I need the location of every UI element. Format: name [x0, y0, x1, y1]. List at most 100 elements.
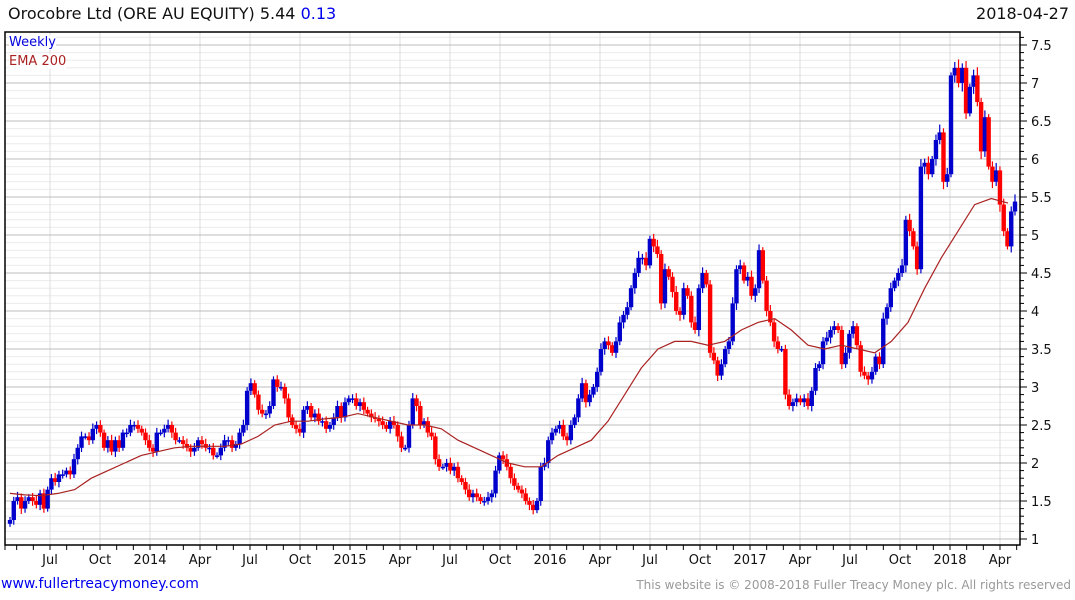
candle-body: [662, 269, 668, 304]
candle-body: [975, 75, 980, 102]
candle-body: [387, 421, 393, 429]
candle-body: [945, 174, 950, 182]
candle-body: [884, 307, 890, 319]
candle-body: [455, 466, 461, 479]
candle-body: [685, 288, 690, 296]
candle-body: [613, 341, 619, 353]
candle-body: [674, 292, 679, 311]
candle-body: [546, 440, 551, 463]
site-link[interactable]: www.fullertreacymoney.com: [1, 576, 199, 592]
candle-body: [101, 432, 107, 448]
candle-body: [440, 466, 446, 469]
candle-body: [952, 67, 957, 76]
candle-body: [98, 425, 103, 433]
candle-body: [214, 455, 220, 457]
candle-body: [297, 428, 303, 433]
candle-body: [790, 402, 796, 406]
candle-body: [963, 67, 969, 114]
candle-body: [425, 421, 431, 433]
candle-body: [418, 406, 423, 425]
candle-body: [929, 159, 935, 175]
candle-body: [745, 276, 750, 281]
x-tick-label: Jul: [841, 553, 858, 568]
candle-body: [726, 341, 732, 349]
x-tick-label: Apr: [389, 553, 412, 568]
candle-body: [339, 406, 344, 418]
candle-body: [888, 288, 893, 308]
candle-body: [561, 425, 566, 437]
candle-body: [553, 428, 558, 433]
candle-body: [150, 447, 156, 452]
candle-body: [512, 478, 517, 486]
candle-body: [918, 166, 924, 270]
candle-body: [903, 219, 909, 266]
price-chart: Jul Oct 2014 Apr Jul Oct 2015 Apr Jul Oct 2016 Apr J…: [4, 31, 1052, 568]
candle-body: [711, 352, 717, 361]
x-tick-label: 2016: [533, 553, 566, 568]
candle-body: [583, 383, 589, 403]
candle-body: [700, 273, 705, 289]
candle-body: [22, 501, 28, 509]
candle-body: [813, 368, 818, 391]
candle-body: [707, 284, 713, 353]
y-tick-label: 4: [1031, 305, 1039, 320]
candle-body: [971, 75, 976, 87]
candle-body: [655, 246, 660, 254]
candle-body: [395, 425, 400, 437]
candle-body: [982, 117, 988, 152]
candle-body: [606, 341, 611, 346]
candle-body: [997, 170, 1003, 205]
candle-body: [154, 432, 159, 452]
candle-body: [177, 440, 182, 442]
candle-body: [11, 501, 16, 520]
candle-body: [86, 436, 92, 441]
candle-body: [741, 265, 747, 281]
candle-body: [783, 349, 788, 395]
candle-body: [881, 318, 886, 365]
candle-body: [7, 520, 13, 524]
candle-body: [647, 238, 653, 266]
candle-body: [850, 326, 856, 334]
candle-body: [587, 394, 592, 403]
candle-body: [820, 341, 826, 365]
legend: Weekly EMA 200: [9, 33, 67, 71]
candle-body: [658, 254, 664, 304]
candle-body: [862, 371, 867, 376]
candle-body: [248, 383, 254, 391]
candle-body: [263, 413, 269, 416]
y-tick-label: 3: [1031, 381, 1039, 396]
candle-body: [94, 425, 99, 429]
candle-body: [109, 440, 114, 452]
candle-body: [557, 425, 562, 429]
candle-body: [459, 478, 464, 482]
candle-body: [527, 501, 532, 505]
candle-body: [933, 140, 939, 159]
candle-body: [199, 440, 205, 444]
candle-body: [252, 383, 257, 395]
candle-body: [786, 394, 792, 406]
candle-body: [256, 394, 261, 410]
candle-body: [677, 311, 683, 315]
candle-body: [591, 387, 596, 395]
candle-body: [433, 436, 438, 460]
candle-body: [384, 425, 389, 429]
candle-body: [241, 425, 246, 433]
candle-body: [681, 288, 686, 315]
candle-body: [71, 459, 77, 475]
candle-body: [493, 470, 498, 494]
candle-body: [768, 311, 773, 323]
copyright: This website is © 2008-2018 Fuller Treac…: [636, 578, 1071, 592]
candle-body: [794, 398, 799, 403]
candle-body: [899, 265, 905, 273]
y-tick-label: 3.5: [1031, 343, 1052, 358]
candle-body: [948, 75, 954, 175]
candle-body: [448, 463, 453, 471]
candle-body: [342, 402, 348, 418]
candle-body: [719, 364, 724, 376]
candle-body: [467, 489, 472, 498]
candle-body: [572, 417, 577, 425]
candle-body: [960, 67, 965, 83]
candle-body: [365, 409, 370, 414]
legend-weekly: Weekly: [9, 35, 56, 50]
candle-body: [579, 383, 585, 399]
